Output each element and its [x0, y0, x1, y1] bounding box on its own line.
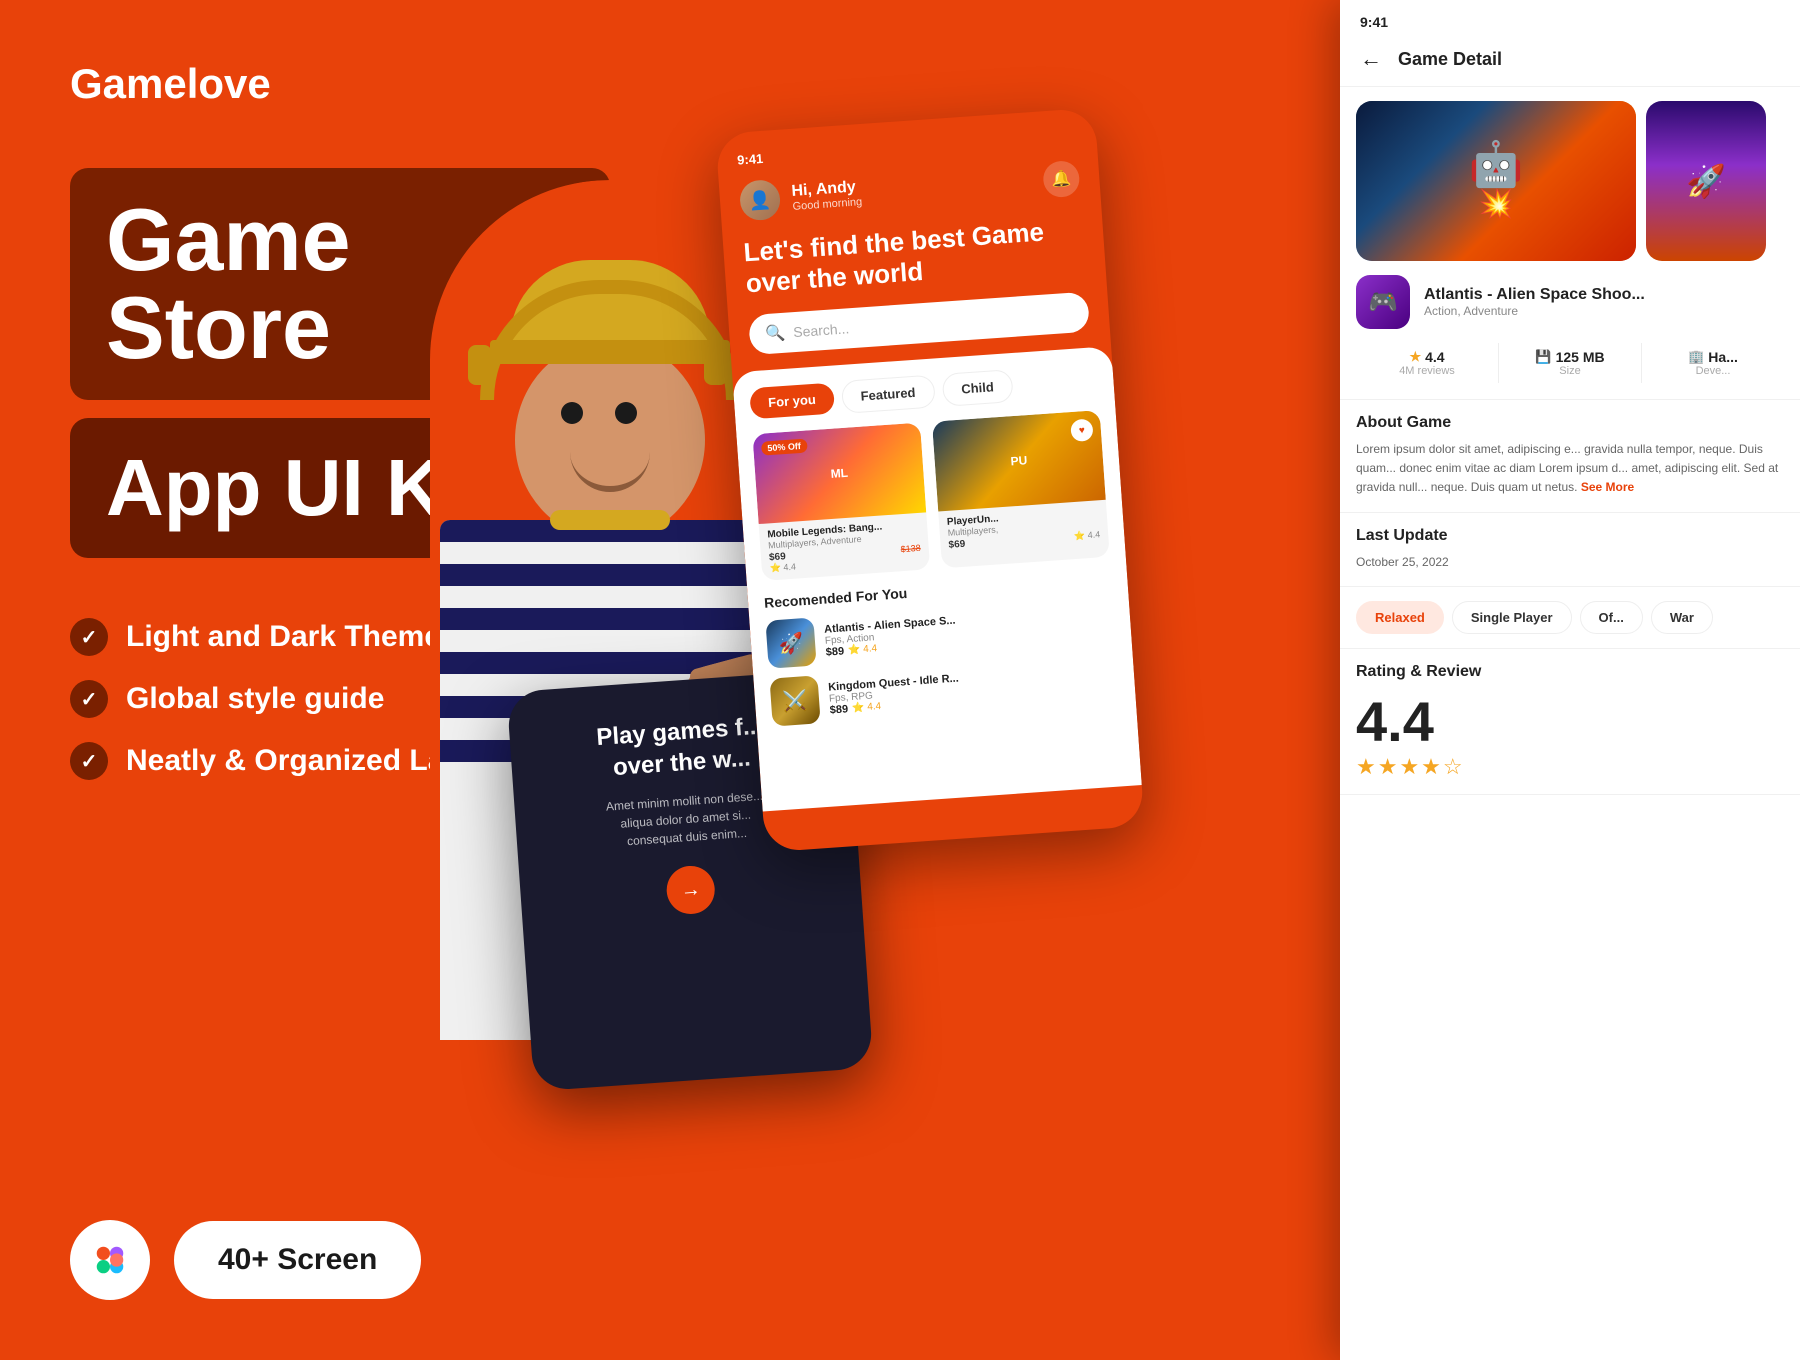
phone-detail-rating-big: 4.4: [1356, 689, 1784, 754]
phone-detail-size-val: 💾 125 MB: [1499, 349, 1641, 365]
phone-detail-rating-label: 4M reviews: [1356, 365, 1498, 377]
phone-detail-update-date: October 25, 2022: [1356, 553, 1784, 572]
bottom-row: 40+ Screen: [70, 1220, 610, 1300]
phone-detail-app-icon: 🎮: [1356, 275, 1410, 329]
phone-detail-app-info: Atlantis - Alien Space Shoo... Action, A…: [1424, 286, 1645, 318]
star-icon: ★: [1409, 349, 1421, 365]
phone-game-card-1[interactable]: ML 50% Off Mobile Legends: Bang... Multi…: [752, 423, 930, 581]
phone-rec-img-2: ⚔️: [769, 676, 820, 727]
phone-greeting: Hi, Andy Good morning: [791, 165, 1044, 213]
phone-tab-foryou[interactable]: For you: [749, 383, 835, 420]
phone-detail-app-name: Atlantis - Alien Space Shoo...: [1424, 286, 1645, 304]
phone-white-section: For you Featured Child ML 50% Off Mobile…: [732, 346, 1142, 811]
phone-detail-rating-title: Rating & Review: [1356, 663, 1784, 681]
phone-detail-developer-val: 🏢 Ha...: [1642, 349, 1784, 365]
phone-detail-developer-label: Deve...: [1642, 365, 1784, 377]
phone-game-img-1: ML: [752, 423, 926, 524]
phone-search-icon: 🔍: [765, 323, 786, 344]
phone-detail-thumb-image: 🚀: [1646, 101, 1766, 261]
phone-detail-size-label: Size: [1499, 365, 1641, 377]
phone-detail-gallery: 🤖 💥 ▶ 🚀: [1340, 87, 1800, 275]
phone-detail-stars-row: ★★★★☆: [1356, 754, 1784, 780]
phone-detail-title: Game Detail: [1398, 49, 1502, 70]
phone-detail-rating-val: ★ 4.4: [1356, 349, 1498, 365]
phone-tabs: For you Featured Child: [749, 363, 1098, 420]
phone-detail-stat-size: 💾 125 MB Size: [1499, 343, 1642, 383]
phone-detail-back-button[interactable]: ←: [1360, 46, 1382, 72]
phone-hero-text: Let's find the best Game over the world: [743, 214, 1087, 300]
phone-detail-tag-singleplayer[interactable]: Single Player: [1452, 601, 1572, 634]
phone-detail-tag-relaxed[interactable]: Relaxed: [1356, 601, 1444, 634]
phone-avatar: 👤: [739, 179, 782, 222]
phone-game-info-1: Mobile Legends: Bang... Multiplayers, Ad…: [759, 513, 931, 582]
brand-logo: Gamelove: [70, 60, 610, 108]
phone-rec-info-1: Atlantis - Alien Space S... Fps, Action …: [824, 603, 1116, 658]
phone-detail-tags: Relaxed Single Player Of... War: [1356, 601, 1784, 634]
phone-main-content: 9:41 👤 Hi, Andy Good morning 🔔 Let's fin…: [715, 108, 1110, 357]
phone-rec-price-1: $89: [825, 645, 844, 658]
phone-detail-update-section: Last Update October 25, 2022: [1340, 513, 1800, 587]
phone-detail-main-image: 🤖 💥 ▶: [1356, 101, 1636, 261]
phone-detail-app-genre: Action, Adventure: [1424, 304, 1645, 318]
phone-rec-stars-1: ⭐ 4.4: [848, 643, 878, 656]
phone-tab-child[interactable]: Child: [941, 369, 1014, 407]
phone-detail-rating-section: Rating & Review 4.4 ★★★★☆: [1340, 649, 1800, 795]
phone-dark-arrow[interactable]: →: [665, 865, 716, 916]
phone-detail-stats: ★ 4.4 4M reviews 💾 125 MB Size 🏢 Ha... D…: [1340, 343, 1800, 400]
phone-detail: 9:41 ← Game Detail 🤖 💥 ▶ 🚀 🎮 Atlantis - …: [1340, 0, 1800, 1360]
phone-game-price-old-1: $138: [900, 543, 921, 554]
phone-detail-stat-developer: 🏢 Ha... Deve...: [1642, 343, 1784, 383]
phone-rec-img-1: 🚀: [765, 618, 816, 669]
phone-rec-info-2: Kingdom Quest - Idle R... Fps, RPG $89 ⭐…: [828, 661, 1120, 716]
phone-detail-status-bar: 9:41: [1340, 0, 1800, 38]
check-icon-3: [70, 742, 108, 780]
phone-games-grid: ML 50% Off Mobile Legends: Bang... Multi…: [752, 410, 1109, 581]
phone-detail-tag-other[interactable]: Of...: [1580, 601, 1643, 634]
phone-detail-about-title: About Game: [1356, 414, 1784, 432]
screen-count-button[interactable]: 40+ Screen: [174, 1221, 421, 1299]
phone-notif-icon[interactable]: 🔔: [1042, 160, 1080, 198]
phone-search-placeholder: Search...: [793, 321, 850, 341]
phone-game-rating-2: ⭐ 4.4: [1074, 530, 1101, 543]
phone-header: 👤 Hi, Andy Good morning 🔔: [739, 158, 1081, 222]
phone-rec-item-2[interactable]: ⚔️ Kingdom Quest - Idle R... Fps, RPG $8…: [769, 655, 1120, 727]
phone-detail-tag-war[interactable]: War: [1651, 601, 1713, 634]
phone-detail-header: ← Game Detail: [1340, 38, 1800, 87]
phone-rec-stars-2: ⭐ 4.4: [852, 701, 882, 714]
phone-rec-price-2: $89: [829, 703, 848, 716]
phone-detail-desc: Lorem ipsum dolor sit amet, adipiscing e…: [1356, 440, 1784, 498]
phone-tab-featured[interactable]: Featured: [841, 375, 936, 414]
see-more-link[interactable]: See More: [1581, 480, 1634, 494]
figma-icon: [70, 1220, 150, 1300]
check-icon-2: [70, 680, 108, 718]
phone-game-card-2[interactable]: PU ♥ PlayerUn... Multiplayers, $69 ⭐ 4.4: [932, 410, 1110, 568]
phone-detail-app-row: 🎮 Atlantis - Alien Space Shoo... Action,…: [1340, 275, 1800, 343]
phone-detail-tags-section: Relaxed Single Player Of... War: [1340, 587, 1800, 649]
phone-main: 9:41 👤 Hi, Andy Good morning 🔔 Let's fin…: [715, 108, 1144, 853]
phone-game-price-2: $69: [948, 539, 965, 551]
phone-search-bar[interactable]: 🔍 Search...: [748, 292, 1090, 356]
phone-detail-stat-rating: ★ 4.4 4M reviews: [1356, 343, 1499, 383]
phone-detail-about-section: About Game Lorem ipsum dolor sit amet, a…: [1340, 400, 1800, 513]
check-icon-1: [70, 618, 108, 656]
phone-detail-update-title: Last Update: [1356, 527, 1784, 545]
